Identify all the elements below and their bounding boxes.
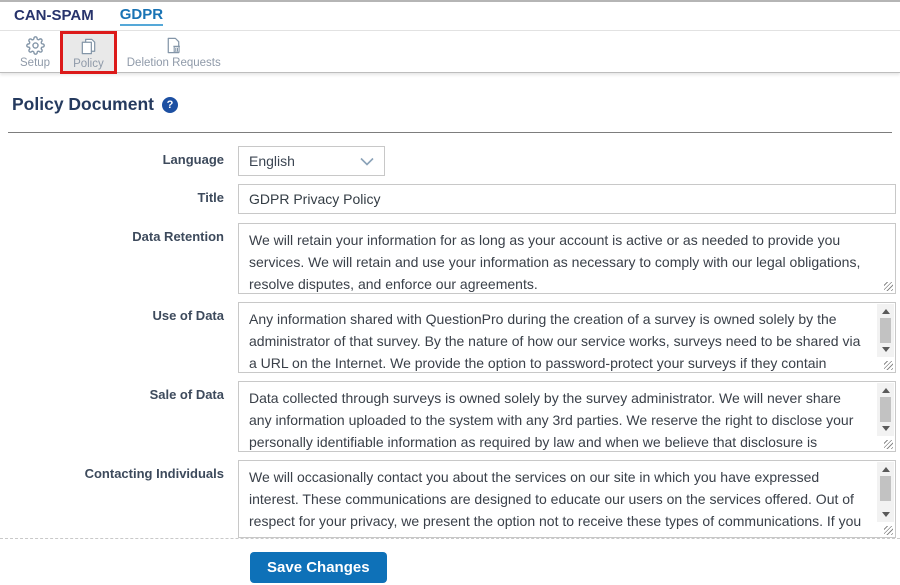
data-retention-textarea[interactable]: We will retain your information for as l… — [238, 223, 896, 294]
use-of-data-row: Use of Data Any information shared with … — [0, 302, 900, 373]
language-label: Language — [162, 152, 224, 167]
save-changes-button[interactable]: Save Changes — [250, 552, 387, 583]
language-select-value: English — [249, 153, 295, 169]
contacting-individuals-label: Contacting Individuals — [84, 466, 224, 481]
use-of-data-textarea[interactable]: Any information shared with QuestionPro … — [238, 302, 896, 373]
toolbar-item-label: Setup — [20, 56, 51, 69]
language-select[interactable]: English — [238, 146, 385, 176]
help-icon[interactable]: ? — [161, 96, 178, 113]
contacting-individuals-text: We will occasionally contact you about t… — [249, 469, 862, 537]
chevron-down-icon — [360, 153, 374, 169]
tab-can-spam[interactable]: CAN-SPAM — [14, 7, 94, 25]
sale-of-data-text: Data collected through surveys is owned … — [249, 390, 854, 450]
page-header: Policy Document ? — [12, 94, 888, 115]
toolbar-item-label: Deletion Requests — [126, 56, 221, 69]
data-retention-label: Data Retention — [132, 229, 224, 244]
tab-bar: CAN-SPAM GDPR — [0, 0, 900, 31]
use-of-data-label: Use of Data — [152, 308, 224, 323]
page-title: Policy Document — [12, 94, 154, 114]
title-label: Title — [197, 190, 225, 205]
scroll-up-icon[interactable] — [881, 309, 890, 314]
toolbar-item-setup[interactable]: Setup — [10, 31, 60, 72]
scroll-down-icon[interactable] — [881, 347, 890, 352]
scrollbar-thumb[interactable] — [880, 476, 891, 501]
sale-of-data-label: Sale of Data — [149, 387, 224, 402]
data-retention-row: Data Retention We will retain your infor… — [0, 223, 900, 294]
tab-gdpr[interactable]: GDPR — [119, 6, 164, 26]
contacting-individuals-textarea[interactable]: We will occasionally contact you about t… — [238, 460, 896, 538]
section-divider — [0, 538, 900, 539]
toolbar-item-policy[interactable]: Policy — [60, 31, 117, 74]
document-copy-icon — [79, 37, 98, 56]
title-input[interactable] — [238, 184, 896, 214]
policy-form: Language English Title Data Retention — [0, 146, 900, 538]
data-retention-text: We will retain your information for as l… — [249, 232, 861, 292]
language-row: Language English — [0, 146, 900, 176]
title-row: Title — [0, 184, 900, 214]
textarea-scrollbar[interactable] — [877, 383, 894, 436]
scroll-up-icon[interactable] — [881, 467, 890, 472]
use-of-data-text: Any information shared with QuestionPro … — [249, 311, 861, 371]
gear-icon — [25, 35, 45, 55]
textarea-scrollbar[interactable] — [877, 462, 894, 522]
contacting-individuals-row: Contacting Individuals We will occasiona… — [0, 460, 900, 538]
title-divider — [8, 132, 892, 133]
toolbar-item-label: Policy — [73, 57, 104, 70]
scroll-down-icon[interactable] — [881, 426, 890, 431]
content-area: Policy Document ? Language English Title — [0, 94, 900, 583]
sale-of-data-row: Sale of Data Data collected through surv… — [0, 381, 900, 452]
scroll-up-icon[interactable] — [881, 388, 890, 393]
sale-of-data-textarea[interactable]: Data collected through surveys is owned … — [238, 381, 896, 452]
toolbar: Setup Policy Deletion Requests — [0, 31, 900, 74]
scrollbar-thumb[interactable] — [880, 318, 891, 343]
document-trash-icon — [164, 36, 183, 55]
textarea-scrollbar[interactable] — [877, 304, 894, 357]
toolbar-item-deletion-requests[interactable]: Deletion Requests — [117, 31, 231, 72]
scroll-down-icon[interactable] — [881, 512, 890, 517]
scrollbar-thumb[interactable] — [880, 397, 891, 422]
